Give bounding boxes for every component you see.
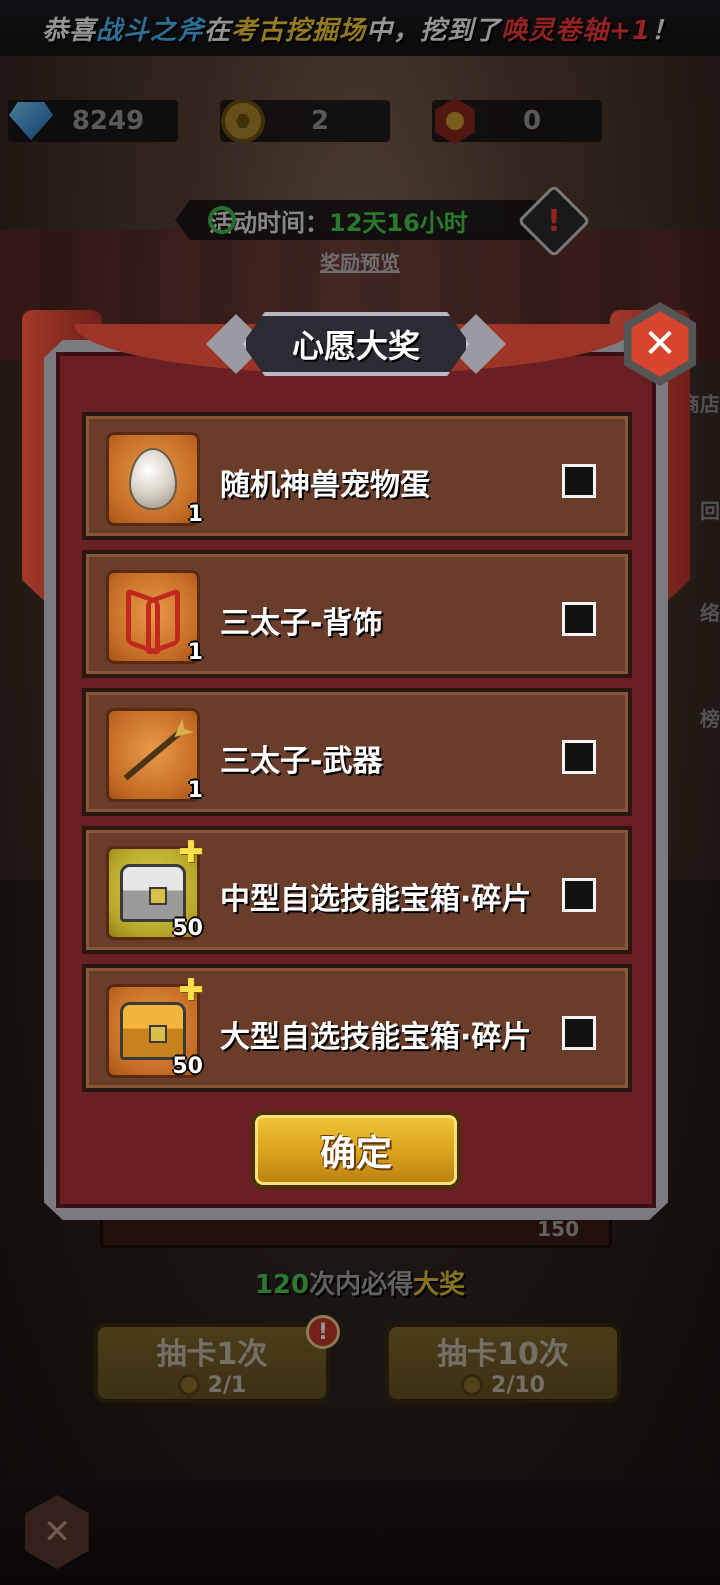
item-name: 随机神兽宠物蛋 (220, 468, 430, 503)
list-item[interactable]: ✚ 50 中型自选技能宝箱·碎片 (82, 826, 632, 954)
list-item[interactable]: ✚ 50 大型自选技能宝箱·碎片 (82, 964, 632, 1092)
modal-title: 心愿大奖 (291, 327, 420, 365)
item-icon: 1 (106, 432, 203, 527)
fragment-icon: ✚ (178, 973, 204, 1008)
item-count: 1 (187, 640, 203, 665)
item-count: 1 (187, 502, 203, 527)
item-icon: 1 (106, 570, 203, 665)
list-item[interactable]: 1 三太子-武器 (82, 688, 632, 816)
list-item[interactable]: 1 随机神兽宠物蛋 (82, 412, 632, 540)
silver-chest-icon (120, 864, 186, 922)
close-icon: ✕ (631, 311, 689, 377)
item-count: 50 (172, 916, 203, 941)
confirm-button[interactable]: 确定 (251, 1111, 461, 1189)
fragment-icon: ✚ (178, 835, 204, 870)
item-checkbox[interactable] (562, 464, 596, 498)
item-name: 大型自选技能宝箱·碎片 (220, 1020, 532, 1055)
spear-icon (123, 729, 183, 781)
item-icon: ✚ 50 (106, 976, 204, 1079)
list-item[interactable]: 1 三太子-背饰 (82, 550, 632, 678)
egg-icon (129, 448, 177, 510)
item-count: 1 (187, 778, 203, 803)
wish-prize-modal: 心愿大奖 ✕ 1 随机神兽宠物蛋 1 三太子-背饰 1 三太子-武器 ✚ 50 … (22, 302, 697, 1220)
item-count: 50 (172, 1054, 203, 1079)
wings-icon (124, 588, 182, 646)
modal-title-plate: 心愿大奖 (206, 294, 506, 394)
item-name: 三太子-背饰 (220, 606, 383, 641)
item-checkbox[interactable] (562, 740, 596, 774)
item-name: 中型自选技能宝箱·碎片 (220, 882, 532, 917)
gold-chest-icon (120, 1002, 186, 1060)
item-checkbox[interactable] (562, 1016, 596, 1050)
item-name: 三太子-武器 (220, 744, 383, 779)
prize-list[interactable]: 1 随机神兽宠物蛋 1 三太子-背饰 1 三太子-武器 ✚ 50 中型自选技能宝… (82, 412, 632, 1098)
item-icon: 1 (106, 708, 203, 803)
item-icon: ✚ 50 (106, 838, 204, 941)
item-checkbox[interactable] (562, 878, 596, 912)
item-checkbox[interactable] (562, 602, 596, 636)
